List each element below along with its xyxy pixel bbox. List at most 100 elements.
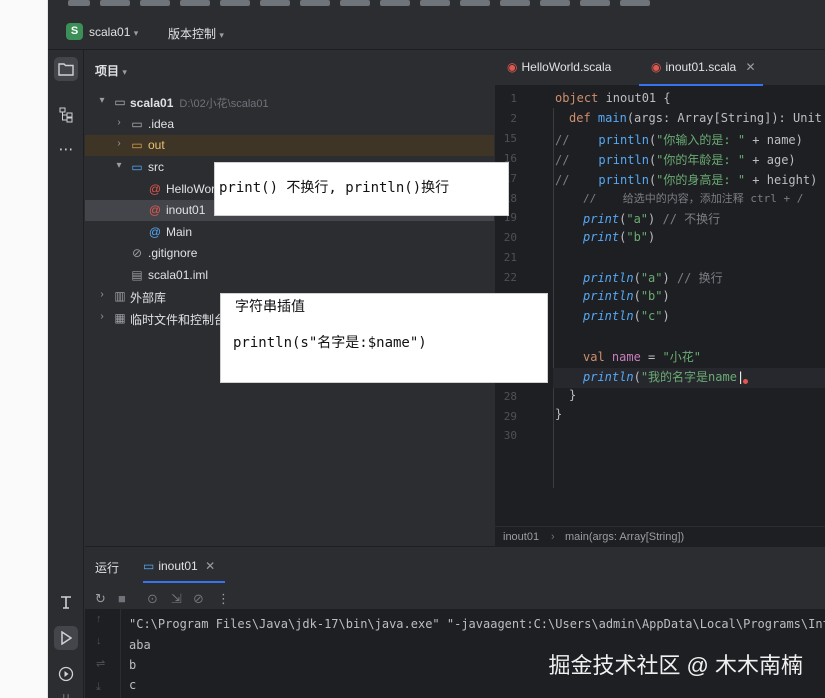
tree-item-idea[interactable]: › ▭ .idea [85,114,494,135]
more-icon[interactable]: ⋯ [54,138,78,162]
chevron-down-icon: ▾ [133,28,139,38]
menu-item[interactable] [100,0,130,6]
tree-item-label: .idea [148,117,175,131]
tree-item-iml[interactable]: ▤ scala01.iml [85,265,494,286]
note-code: println(s"名字是:$name") [233,335,427,351]
stop-icon[interactable]: ■ [118,591,126,606]
vcs-label: 版本控制 [168,27,217,41]
scroll-end-icon[interactable]: ⤓ [96,681,101,694]
screenshot-root: S scala01 ▾ 版本控制 ▾ ⋯ ⑂ 项目 ▾ ▾ ▭ scala01 … [0,0,825,698]
tab-helloworld[interactable]: ◉ HelloWorld.scala [507,60,611,74]
structure-icon[interactable] [54,103,78,127]
project-switcher[interactable]: scala01 ▾ [89,25,138,39]
chevron-right-icon[interactable]: › [97,289,107,300]
close-icon[interactable]: ✕ [205,559,215,573]
tool-window-stripe: ⋯ ⑂ [48,50,84,698]
chevron-right-icon[interactable]: › [97,311,107,322]
menu-item[interactable] [220,0,250,6]
git-icon[interactable]: ⑂ [54,686,78,698]
ignore-file-icon: ⊘ [131,246,143,260]
tree-item-label: 外部库 [130,291,167,305]
library-icon: ▥ [114,289,126,303]
folder-icon: ▭ [131,117,143,131]
more-options-icon[interactable]: ⋮ [217,591,230,607]
menu-bar [48,0,825,14]
code-line: println("c") [583,309,670,323]
arrow-up-icon[interactable]: ↑ [96,613,102,625]
tree-item-scala01[interactable]: ▾ ▭ scala01 D:\02小花\scala01 [85,92,494,113]
code-line-cursor: println("我的名字是name| [583,370,745,384]
menu-item[interactable] [620,0,650,6]
tab-label: inout01.scala [665,60,737,74]
console-line: c [129,678,137,692]
console-line: "C:\Program Files\Java\jdk-17\bin\java.e… [129,617,825,631]
menu-item[interactable] [68,0,90,6]
project-panel-header[interactable]: 项目 ▾ [95,62,127,79]
rerun-icon[interactable]: ↻ [95,591,106,607]
tab-label: HelloWorld.scala [521,60,612,74]
scala-object-icon: @ [148,182,162,196]
menu-item[interactable] [340,0,370,6]
breadcrumb-item[interactable]: main(args: Array[String]) [565,531,684,543]
menu-item[interactable] [300,0,330,6]
tree-item-label: 临时文件和控制台 [130,313,227,327]
chevron-down-icon: ▾ [122,67,127,77]
chevron-right-icon[interactable]: › [114,138,124,149]
services-icon[interactable] [54,662,78,686]
chevron-down-icon[interactable]: ▾ [114,160,124,171]
tree-item-main[interactable]: @ Main [85,222,494,243]
annotation-note-print: print() 不换行, println()换行 [214,162,509,216]
module-folder-icon: ▭ [114,95,126,109]
folder-icon[interactable] [54,57,78,81]
tab-inout01[interactable]: ◉ inout01.scala ✕ [651,60,756,74]
module-file-icon: ▤ [131,268,143,282]
menu-item[interactable] [540,0,570,6]
menu-item[interactable] [180,0,210,6]
menu-item[interactable] [420,0,450,6]
code-line: // 给选中的内容，添加注释 ctrl + / [583,192,804,205]
code-line: object inout01 { [555,91,671,105]
project-panel-title: 项目 [95,64,120,78]
run-config-icon: ▭ [143,559,155,573]
tree-item-out[interactable]: › ▭ out [85,135,494,156]
annotation-note-interpolation: 字符串插值 println(s"名字是:$name") [220,293,548,383]
project-badge[interactable]: S [66,23,83,40]
scala-class-icon: @ [148,225,162,239]
text-tool-icon[interactable] [54,590,78,614]
run-icon[interactable] [54,626,78,650]
menu-item[interactable] [500,0,530,6]
tree-item-path: D:\02小花\scala01 [179,98,269,110]
console-line: aba [129,638,151,652]
code-line: print("b") [583,230,656,244]
breadcrumb-item[interactable]: inout01 [503,531,539,543]
chevron-down-icon[interactable]: ▾ [97,95,107,106]
error-marker [743,379,748,384]
scala-file-icon: ◉ [651,60,662,74]
scala-file-icon: ◉ [507,60,518,74]
menu-item[interactable] [140,0,170,6]
tab-run-inout01[interactable]: ▭ inout01 ✕ [143,559,215,573]
run-tab-label: inout01 [158,559,198,573]
chevron-right-icon[interactable]: › [114,117,124,128]
menu-item[interactable] [580,0,610,6]
active-tab-indicator [143,581,225,583]
code-line: val name = "小花" [583,350,701,364]
soft-wrap-icon[interactable]: ⇌ [96,657,105,670]
tree-item-label: scala01 D:\02小花\scala01 [130,96,269,110]
close-icon[interactable]: ✕ [746,60,756,74]
breadcrumb: inout01 › main(args: Array[String]) [495,526,825,546]
tree-item-gitignore[interactable]: ⊘ .gitignore [85,243,494,264]
arrow-down-icon[interactable]: ↓ [96,635,102,647]
menu-item[interactable] [460,0,490,6]
code-line: // println("你的年龄是: " + age) [555,153,796,167]
camera-icon[interactable]: ⊙ [147,591,158,607]
exit-icon[interactable]: ⇲ [171,591,182,607]
code-line: def main(args: Array[String]): Unit [569,111,822,125]
menu-item[interactable] [380,0,410,6]
scala-object-icon: @ [148,203,162,217]
project-name: scala01 [89,25,131,39]
menu-item[interactable] [260,0,290,6]
settings-icon[interactable]: ⊘ [193,591,204,607]
vcs-menu[interactable]: 版本控制 ▾ [168,25,224,42]
tree-item-label: out [148,138,165,152]
